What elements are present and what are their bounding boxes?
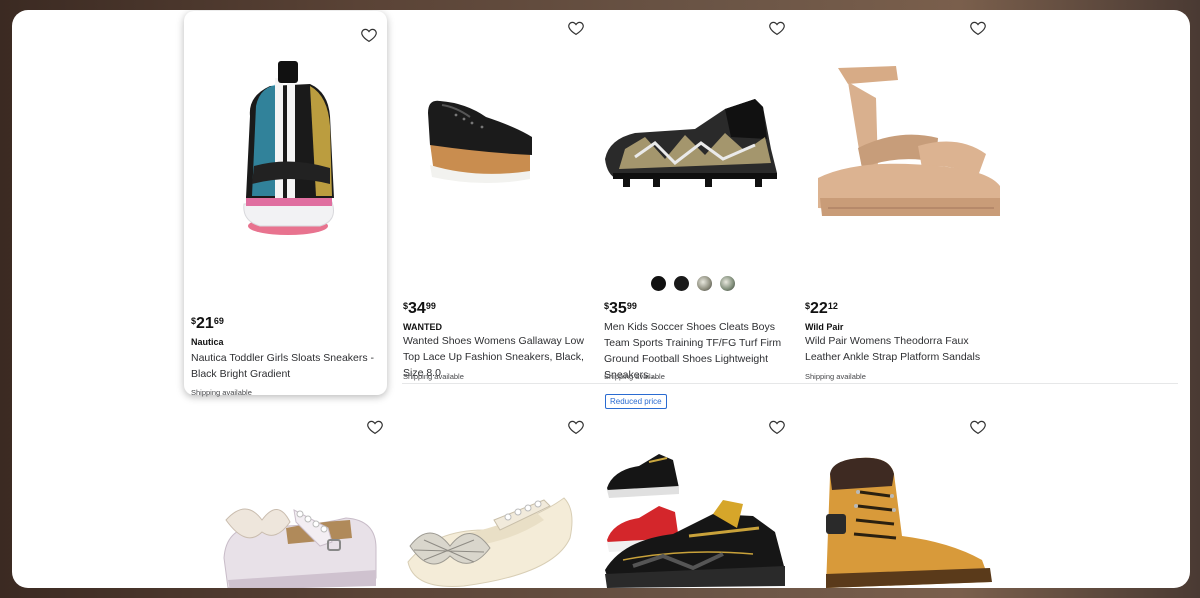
product-brand: Nautica [191,337,224,347]
favorite-heart-icon[interactable] [969,418,987,436]
product-brand: WANTED [403,322,442,332]
product-price: $2212 [805,300,838,317]
product-title[interactable]: Nautica Toddler Girls Sloats Sneakers - … [191,350,381,382]
girls-mary-jane-image[interactable] [216,498,381,588]
product-card[interactable]: $2212 Wild Pair Wild Pair Womens Theodor… [798,11,1001,383]
shipping-label: Shipping available [604,372,665,381]
row-divider [402,383,1178,384]
color-swatch[interactable] [674,276,689,291]
pearl-flat-image[interactable] [404,490,576,588]
soccer-cleat-image[interactable] [605,89,785,189]
product-price: $3499 [403,300,436,317]
color-swatches [651,276,735,291]
favorite-heart-icon[interactable] [360,26,378,44]
product-grid: $2169 Nautica Nautica Toddler Girls Sloa… [184,10,1178,588]
product-price: $2169 [191,315,224,332]
favorite-heart-icon[interactable] [567,418,585,436]
favorite-heart-icon[interactable] [768,418,786,436]
work-boot-image[interactable] [820,456,995,588]
favorite-heart-icon[interactable] [969,19,987,37]
oxford-platform-image[interactable] [426,93,536,185]
product-brand: Wild Pair [805,322,844,332]
shipping-label: Shipping available [191,388,252,397]
platform-sandal-image[interactable] [818,58,1003,218]
product-card[interactable]: $3599 Men Kids Soccer Shoes Cleats Boys … [597,11,800,383]
color-swatch[interactable] [697,276,712,291]
product-card[interactable]: $3499 WANTED Wanted Shoes Womens Gallawa… [396,11,599,383]
reduced-price-badge: Reduced price [605,394,667,409]
product-card[interactable] [597,408,800,588]
favorite-heart-icon[interactable] [567,19,585,37]
product-title[interactable]: Wild Pair Womens Theodorra Faux Leather … [805,333,995,365]
sneaker-image[interactable] [220,56,350,241]
product-price: $3599 [604,300,637,317]
shipping-label: Shipping available [805,372,866,381]
product-card[interactable] [184,408,387,588]
kids-sneakers-image[interactable] [603,444,793,588]
color-swatch[interactable] [651,276,666,291]
product-grid-panel: $2169 Nautica Nautica Toddler Girls Sloa… [12,10,1190,588]
favorite-heart-icon[interactable] [768,19,786,37]
product-card[interactable] [798,408,1001,588]
shipping-label: Shipping available [403,372,464,381]
favorite-heart-icon[interactable] [366,418,384,436]
color-swatch[interactable] [720,276,735,291]
product-card[interactable]: $2169 Nautica Nautica Toddler Girls Sloa… [184,11,387,397]
product-card[interactable] [396,408,599,588]
